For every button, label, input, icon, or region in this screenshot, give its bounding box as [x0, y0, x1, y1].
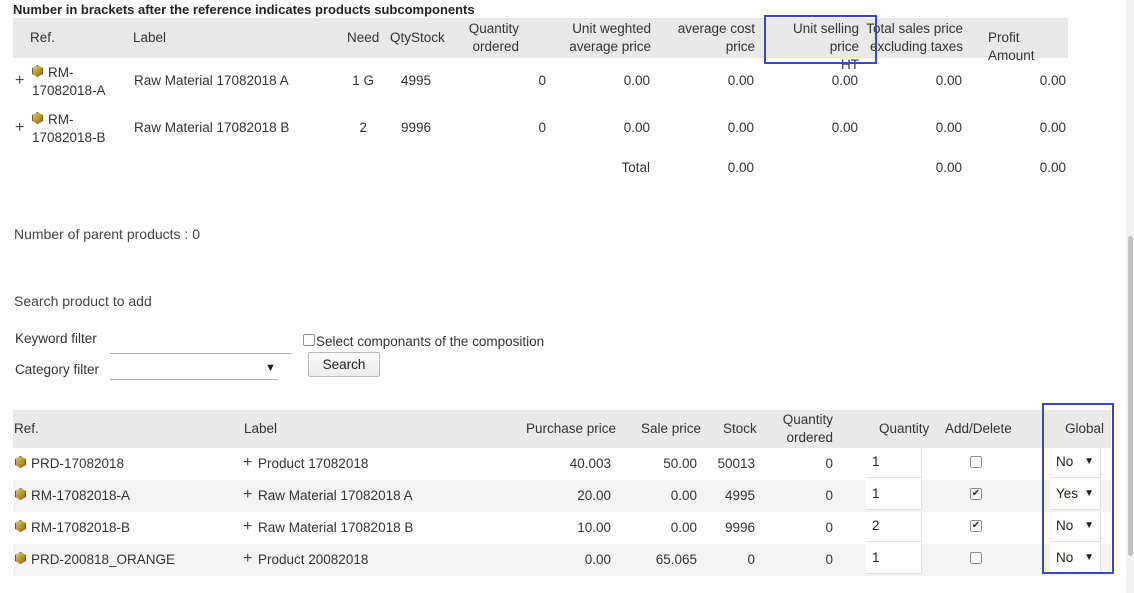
- result-qty-ordered: 0: [825, 456, 833, 471]
- subcomponents-table: Ref. Label Need QtyStock Quantity ordered…: [13, 18, 1068, 188]
- header-label[interactable]: Label: [133, 29, 166, 47]
- results-header-purchase-price[interactable]: Purchase price: [526, 420, 616, 438]
- result-stock: 0: [747, 552, 755, 567]
- header-average-cost-price[interactable]: average cost price: [663, 20, 755, 56]
- result-sale-price: 50.00: [663, 456, 697, 471]
- header-qtystock[interactable]: QtyStock: [390, 29, 445, 47]
- result-ref-link[interactable]: PRD-200818_ORANGE: [31, 552, 175, 567]
- plus-icon: +: [243, 550, 253, 567]
- subcomponent-total-sales: 0.00: [935, 120, 962, 135]
- expand-plus-icon[interactable]: +: [15, 73, 24, 89]
- add-delete-checkbox[interactable]: ✔: [970, 520, 982, 532]
- result-qty-ordered: 0: [825, 552, 833, 567]
- result-stock: 9996: [724, 520, 755, 535]
- result-purchase-price: 40.003: [569, 456, 611, 471]
- results-header-qty-ordered[interactable]: Quantity ordered: [773, 411, 833, 447]
- plus-icon: +: [243, 486, 253, 503]
- quantity-input[interactable]: 1: [866, 480, 922, 510]
- result-purchase-price: 0.00: [584, 552, 611, 567]
- add-delete-checkbox[interactable]: ✔: [970, 488, 982, 500]
- subcomponent-unit-selling: 0.00: [831, 73, 858, 88]
- subcomponent-total-sales: 0.00: [935, 73, 962, 88]
- header-need[interactable]: Need: [347, 29, 379, 47]
- select-components-label: Select componants of the composition: [316, 334, 545, 349]
- result-ref-link[interactable]: RM-17082018-B: [31, 520, 130, 535]
- header-ref[interactable]: Ref.: [30, 29, 55, 47]
- keyword-filter-label: Keyword filter: [15, 331, 97, 346]
- search-results-table: Ref. Label Purchase price Sale price Sto…: [13, 410, 1111, 580]
- subcomponent-qty-ordered: 0: [538, 73, 546, 88]
- product-box-icon: [32, 112, 43, 124]
- search-product-heading: Search product to add: [14, 293, 152, 309]
- subcomponent-unit-selling: 0.00: [831, 120, 858, 135]
- result-label: Product 17082018: [258, 456, 369, 471]
- results-header-quantity: Quantity: [879, 421, 930, 436]
- subcomponent-profit: 0.00: [1039, 120, 1066, 135]
- subcomponent-avg-cost: 0.00: [727, 73, 754, 88]
- result-stock: 50013: [717, 456, 755, 471]
- subcomponent-avg-cost: 0.00: [727, 120, 754, 135]
- subcomponent-need: 1 G: [352, 73, 374, 88]
- results-header-label[interactable]: Label: [244, 420, 277, 438]
- results-header-sale-price[interactable]: Sale price: [641, 420, 701, 438]
- total-label: Total: [621, 160, 650, 175]
- subcomponent-label: Raw Material 17082018 B: [134, 120, 290, 135]
- subcomponent-profit: 0.00: [1039, 73, 1066, 88]
- highlight-box-global-column: [1042, 403, 1114, 574]
- result-sale-price: 0.00: [670, 520, 697, 535]
- result-qty-ordered: 0: [825, 488, 833, 503]
- plus-icon: +: [243, 518, 253, 535]
- results-header-ref[interactable]: Ref.: [14, 420, 39, 438]
- parent-products-count: Number of parent products : 0: [14, 226, 200, 242]
- subcomponent-label: Raw Material 17082018 A: [134, 73, 289, 88]
- result-stock: 4995: [724, 488, 755, 503]
- result-label: Raw Material 17082018 B: [258, 520, 414, 535]
- total-avg-cost: 0.00: [727, 160, 754, 175]
- result-ref-link[interactable]: RM-17082018-A: [31, 488, 130, 503]
- result-sale-price: 65.065: [655, 552, 697, 567]
- subcomponents-heading: Number in brackets after the reference i…: [13, 2, 475, 17]
- subcomponent-qty-ordered: 0: [538, 120, 546, 135]
- quantity-input[interactable]: 1: [866, 544, 922, 574]
- header-total-sales-price[interactable]: Total sales price excluding taxes: [865, 20, 963, 56]
- expand-plus-icon[interactable]: +: [15, 120, 24, 136]
- product-box-icon: [32, 65, 43, 77]
- subcomponent-ref-link-cont[interactable]: 17082018-A: [32, 82, 106, 100]
- subcomponent-need: 2: [359, 120, 367, 135]
- subcomponent-qtystock-link[interactable]: 4995: [393, 73, 431, 88]
- subcomponent-ref-link[interactable]: RM-: [48, 111, 74, 129]
- add-delete-checkbox[interactable]: [970, 456, 982, 468]
- quantity-input[interactable]: 2: [866, 512, 922, 542]
- vertical-scrollbar-thumb[interactable]: [1128, 236, 1133, 556]
- subcomponent-unit-weighted: 0.00: [623, 120, 650, 135]
- plus-icon: +: [243, 454, 253, 471]
- result-qty-ordered: 0: [825, 520, 833, 535]
- header-unit-weighted-price[interactable]: Unit weghted average price: [543, 20, 651, 56]
- category-filter-select[interactable]: ▼: [110, 358, 278, 380]
- result-label: Product 20082018: [258, 552, 369, 567]
- results-header-stock[interactable]: Stock: [723, 420, 757, 438]
- result-purchase-price: 20.00: [577, 488, 611, 503]
- result-ref-link[interactable]: PRD-17082018: [31, 456, 124, 471]
- subcomponent-ref-link[interactable]: RM-: [48, 64, 74, 82]
- caret-down-icon: ▼: [265, 362, 276, 374]
- header-qty-ordered[interactable]: Quantity ordered: [453, 20, 519, 56]
- quantity-input[interactable]: 1: [866, 448, 922, 478]
- search-button[interactable]: Search: [308, 352, 380, 377]
- header-profit-amount[interactable]: Profit Amount: [988, 29, 1068, 65]
- category-filter-label: Category filter: [15, 362, 100, 377]
- add-delete-checkbox[interactable]: [970, 552, 982, 564]
- result-sale-price: 0.00: [670, 488, 697, 503]
- total-sales: 0.00: [935, 160, 962, 175]
- subcomponent-qtystock-link[interactable]: 9996: [393, 120, 431, 135]
- result-purchase-price: 10.00: [577, 520, 611, 535]
- select-components-checkbox[interactable]: [303, 334, 315, 346]
- highlight-box-unit-selling-price: [764, 15, 877, 64]
- subcomponent-ref-link-cont[interactable]: 17082018-B: [32, 129, 106, 147]
- total-profit: 0.00: [1039, 160, 1066, 175]
- subcomponent-unit-weighted: 0.00: [623, 73, 650, 88]
- keyword-filter-input[interactable]: [110, 332, 291, 354]
- results-header-add-delete: Add/Delete: [945, 421, 1012, 436]
- result-label: Raw Material 17082018 A: [258, 488, 413, 503]
